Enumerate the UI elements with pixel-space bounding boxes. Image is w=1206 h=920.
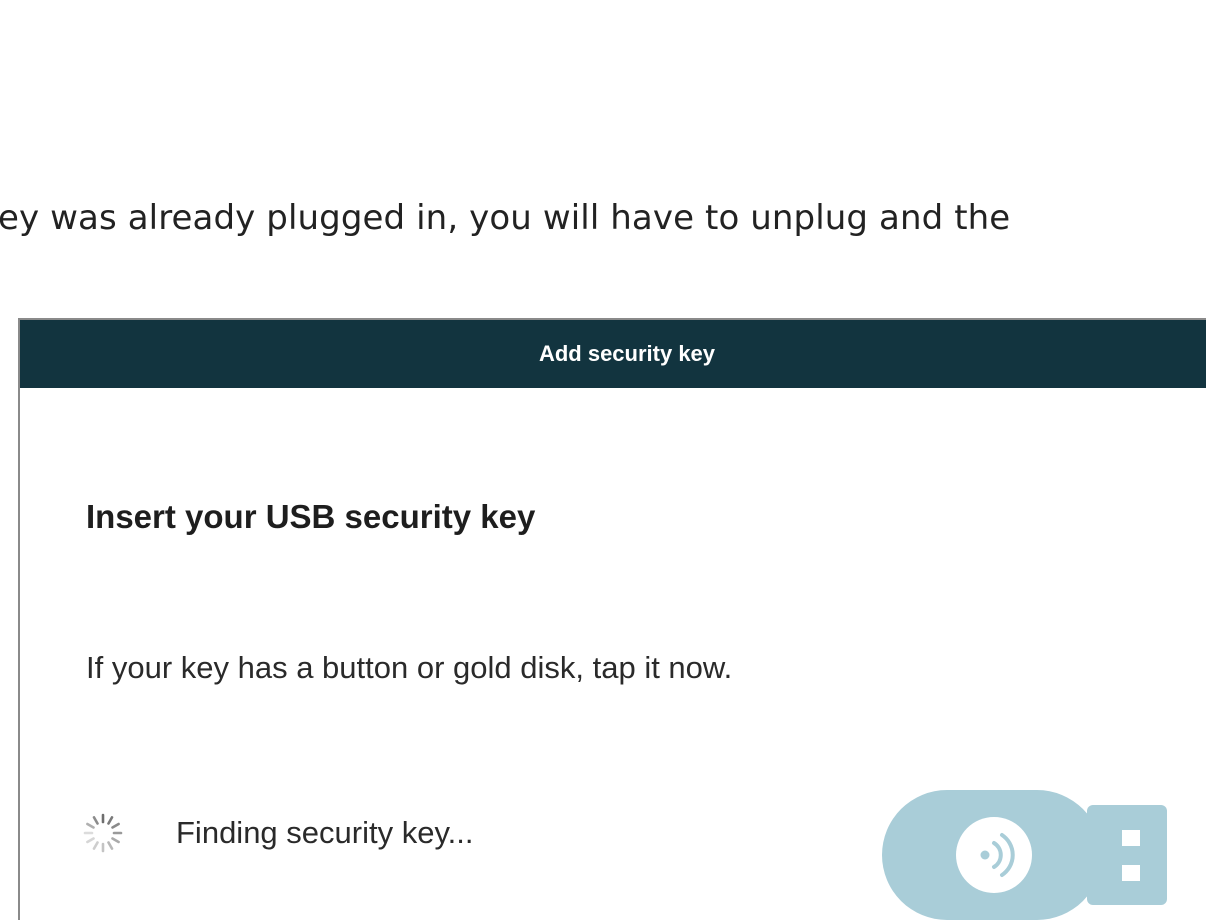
intro-text: ey was already plugged in, you will have… <box>0 198 1011 238</box>
dialog-titlebar: Add security key <box>20 320 1206 388</box>
loading-spinner-icon <box>83 813 123 853</box>
intro-paragraph: ey was already plugged in, you will have… <box>0 198 1010 238</box>
dialog-heading: Insert your USB security key <box>86 498 536 535</box>
add-security-key-dialog: Add security key Insert your USB securit… <box>18 318 1206 920</box>
dialog-instruction: If your key has a button or gold disk, t… <box>86 650 733 685</box>
usb-security-key-icon <box>882 790 1167 920</box>
status-text: Finding security key... <box>176 815 474 850</box>
dialog-title: Add security key <box>538 341 716 366</box>
status-row: Finding security key... <box>82 808 473 858</box>
page: ey was already plugged in, you will have… <box>0 0 1206 920</box>
